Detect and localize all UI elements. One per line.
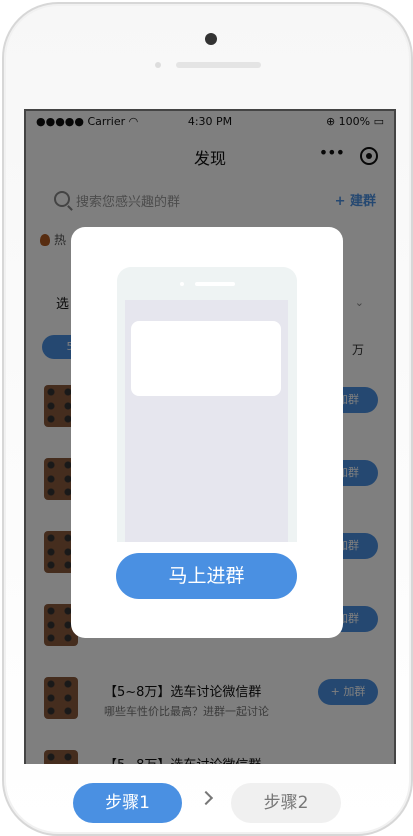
speaker-icon bbox=[176, 62, 261, 68]
illustration-speaker-icon bbox=[195, 282, 235, 286]
step-2-button[interactable]: 步骤2 bbox=[231, 783, 341, 823]
illustration-card bbox=[131, 321, 281, 396]
onboarding-modal: 马上进群 bbox=[71, 227, 343, 638]
chevron-right-icon bbox=[198, 790, 214, 806]
join-now-button[interactable]: 马上进群 bbox=[116, 553, 297, 599]
illustration-screen bbox=[125, 300, 288, 542]
camera-icon bbox=[205, 33, 217, 45]
illustration-camera-icon bbox=[180, 282, 184, 286]
phone-illustration bbox=[117, 267, 297, 542]
sensor-icon bbox=[155, 62, 161, 68]
step-1-button[interactable]: 步骤1 bbox=[73, 783, 182, 823]
step-indicator: 步骤1 步骤2 bbox=[0, 780, 413, 825]
